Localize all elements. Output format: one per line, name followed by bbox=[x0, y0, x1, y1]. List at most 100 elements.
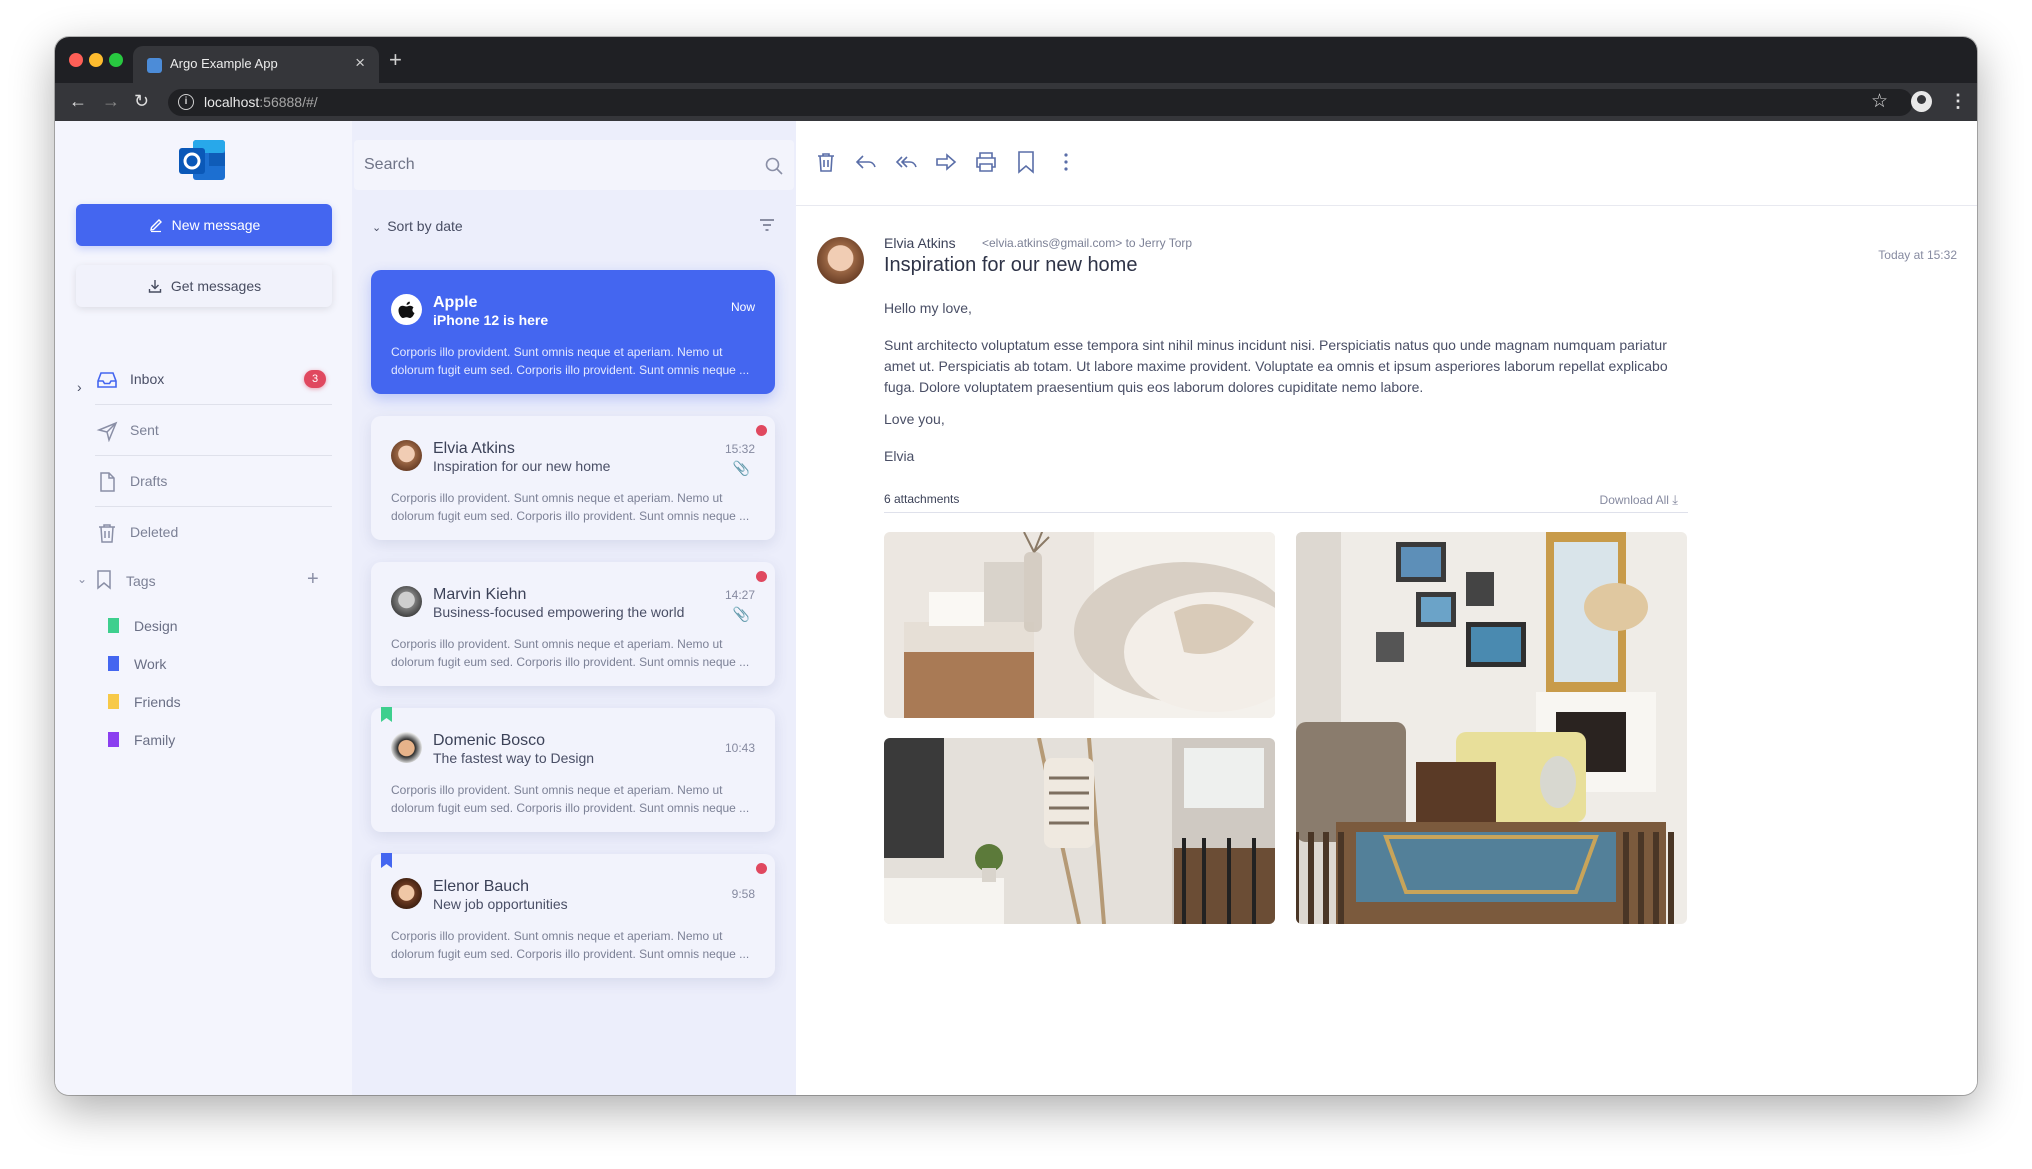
minimize-window-button[interactable] bbox=[89, 53, 103, 67]
new-tab-icon[interactable]: + bbox=[389, 47, 402, 73]
tags-collapse-chevron-icon[interactable]: ⌄ bbox=[77, 572, 87, 586]
tags-header[interactable]: ⌄ Tags + bbox=[77, 567, 332, 597]
attachments-header: 6 attachments Download All ⤓ bbox=[884, 489, 1688, 513]
reload-icon[interactable]: ↻ bbox=[134, 91, 149, 112]
message-toolbar bbox=[796, 121, 1977, 206]
search-icon[interactable] bbox=[765, 157, 783, 175]
message-time: 9:58 bbox=[731, 887, 755, 901]
tag-color-swatch bbox=[108, 618, 119, 633]
mail-app: New message Get messages › Inbox 3 Sent … bbox=[55, 121, 1977, 1095]
message-preview: Corporis illo provident. Sunt omnis nequ… bbox=[391, 345, 750, 377]
paperclip-icon: 📎 bbox=[732, 460, 750, 476]
sidebar-item-sent[interactable]: Sent bbox=[95, 405, 332, 456]
message-greeting: Hello my love, bbox=[884, 300, 972, 316]
attachments-count: 6 attachments bbox=[884, 492, 960, 506]
message-signature: Elvia bbox=[884, 448, 915, 464]
tag-color-swatch bbox=[108, 694, 119, 709]
sidebar-item-label: Inbox bbox=[130, 371, 165, 387]
reply-icon[interactable] bbox=[854, 150, 878, 174]
add-tag-icon[interactable]: + bbox=[307, 568, 319, 591]
get-messages-label: Get messages bbox=[170, 278, 262, 294]
avatar bbox=[391, 586, 422, 617]
more-vertical-icon[interactable] bbox=[1054, 150, 1078, 174]
message-subject: New job opportunities bbox=[433, 896, 568, 912]
list-item[interactable]: Marvin Kiehn Business-focused empowering… bbox=[371, 562, 775, 686]
attachment-image[interactable] bbox=[1296, 532, 1687, 924]
sidebar-item-deleted[interactable]: Deleted bbox=[95, 507, 332, 558]
browser-menu-icon[interactable]: ⋮ bbox=[1949, 91, 1967, 112]
sort-dropdown[interactable]: ⌄ Sort by date bbox=[372, 218, 463, 234]
list-item[interactable]: Domenic Bosco The fastest way to Design … bbox=[371, 707, 775, 832]
trash-icon bbox=[99, 524, 115, 543]
message-subject: The fastest way to Design bbox=[433, 750, 595, 766]
tag-color-swatch bbox=[108, 732, 119, 747]
send-icon bbox=[96, 421, 118, 442]
message-subject: Business-focused empowering the world bbox=[433, 604, 685, 620]
inbox-icon bbox=[97, 372, 117, 388]
forward-arrow-icon[interactable]: → bbox=[102, 91, 120, 112]
browser-toolbar: ← → ↻ i localhost:56888/#/ ☆ ⋮ bbox=[55, 83, 1977, 121]
message-time: 15:32 bbox=[724, 442, 755, 456]
close-window-button[interactable] bbox=[69, 53, 83, 67]
sidebar-item-drafts[interactable]: Drafts bbox=[95, 456, 332, 507]
sort-label: Sort by date bbox=[387, 218, 463, 234]
download-all-button[interactable]: Download All ⤓ bbox=[1600, 492, 1678, 508]
attachment-image[interactable] bbox=[884, 532, 1275, 718]
avatar bbox=[391, 878, 422, 909]
profile-avatar-icon[interactable] bbox=[1911, 91, 1932, 112]
message-closing: Love you, bbox=[884, 411, 945, 427]
message-list-panel: Search ⌄ Sort by date Apple iPhone 12 is … bbox=[352, 121, 796, 1095]
sidebar-item-label: Sent bbox=[130, 422, 159, 438]
site-info-icon[interactable]: i bbox=[178, 94, 194, 110]
search-placeholder: Search bbox=[364, 156, 415, 173]
apple-logo-icon bbox=[391, 294, 422, 325]
unread-indicator bbox=[756, 863, 767, 874]
pencil-icon bbox=[149, 219, 162, 233]
tag-label: Friends bbox=[134, 694, 181, 710]
tag-label: Family bbox=[134, 732, 176, 748]
sender-email: <elvia.atkins@gmail.com> to Jerry Torp bbox=[982, 236, 1193, 250]
address-bar[interactable]: i localhost:56888/#/ bbox=[168, 89, 1913, 116]
get-messages-button[interactable]: Get messages bbox=[76, 265, 332, 307]
inbox-expand-chevron-icon[interactable]: › bbox=[77, 379, 82, 395]
forward-icon[interactable] bbox=[934, 150, 958, 174]
tag-label: Work bbox=[134, 656, 167, 672]
sidebar-item-inbox[interactable]: Inbox 3 bbox=[95, 354, 332, 405]
list-item[interactable]: Elenor Bauch New job opportunities 9:58 … bbox=[371, 853, 775, 978]
tag-bookmark-icon bbox=[381, 853, 392, 868]
message-preview: Corporis illo provident. Sunt omnis nequ… bbox=[391, 929, 750, 961]
tab-title: Argo Example App bbox=[170, 56, 278, 71]
sidebar-item-label: Drafts bbox=[130, 473, 168, 489]
reply-all-icon[interactable] bbox=[894, 150, 918, 174]
list-item[interactable]: Elvia Atkins Inspiration for our new hom… bbox=[371, 416, 775, 540]
new-message-label: New message bbox=[171, 217, 261, 233]
back-arrow-icon[interactable]: ← bbox=[69, 91, 87, 112]
browser-tab[interactable]: Argo Example App × bbox=[133, 46, 379, 83]
bookmark-icon[interactable] bbox=[1014, 150, 1038, 174]
list-item[interactable]: Apple iPhone 12 is here Now Corporis ill… bbox=[371, 270, 775, 394]
message-preview: Corporis illo provident. Sunt omnis nequ… bbox=[391, 637, 750, 669]
tag-label: Design bbox=[134, 618, 178, 634]
outlook-logo-icon bbox=[179, 140, 225, 180]
trash-icon[interactable] bbox=[814, 150, 838, 174]
bookmark-star-icon[interactable]: ☆ bbox=[1871, 90, 1888, 113]
attachment-image[interactable] bbox=[884, 738, 1275, 924]
message-subject: Inspiration for our new home bbox=[884, 254, 1138, 276]
new-message-button[interactable]: New message bbox=[76, 204, 332, 246]
maximize-window-button[interactable] bbox=[109, 53, 123, 67]
browser-tab-bar: Argo Example App × + bbox=[55, 37, 1977, 83]
sender-name: Marvin Kiehn bbox=[433, 586, 527, 603]
message-time: 14:27 bbox=[724, 588, 755, 602]
unread-indicator bbox=[756, 571, 767, 582]
sidebar: New message Get messages › Inbox 3 Sent … bbox=[55, 121, 352, 1095]
file-icon bbox=[100, 472, 115, 492]
filter-icon[interactable] bbox=[759, 218, 775, 232]
close-tab-icon[interactable]: × bbox=[355, 53, 365, 73]
search-input[interactable]: Search bbox=[354, 140, 794, 190]
message-subject: iPhone 12 is here bbox=[433, 312, 549, 328]
app-favicon-icon bbox=[147, 58, 162, 73]
print-icon[interactable] bbox=[974, 150, 998, 174]
message-subject: Inspiration for our new home bbox=[433, 458, 611, 474]
message-time: Now bbox=[730, 300, 755, 314]
sender-name: Elenor Bauch bbox=[433, 878, 530, 895]
